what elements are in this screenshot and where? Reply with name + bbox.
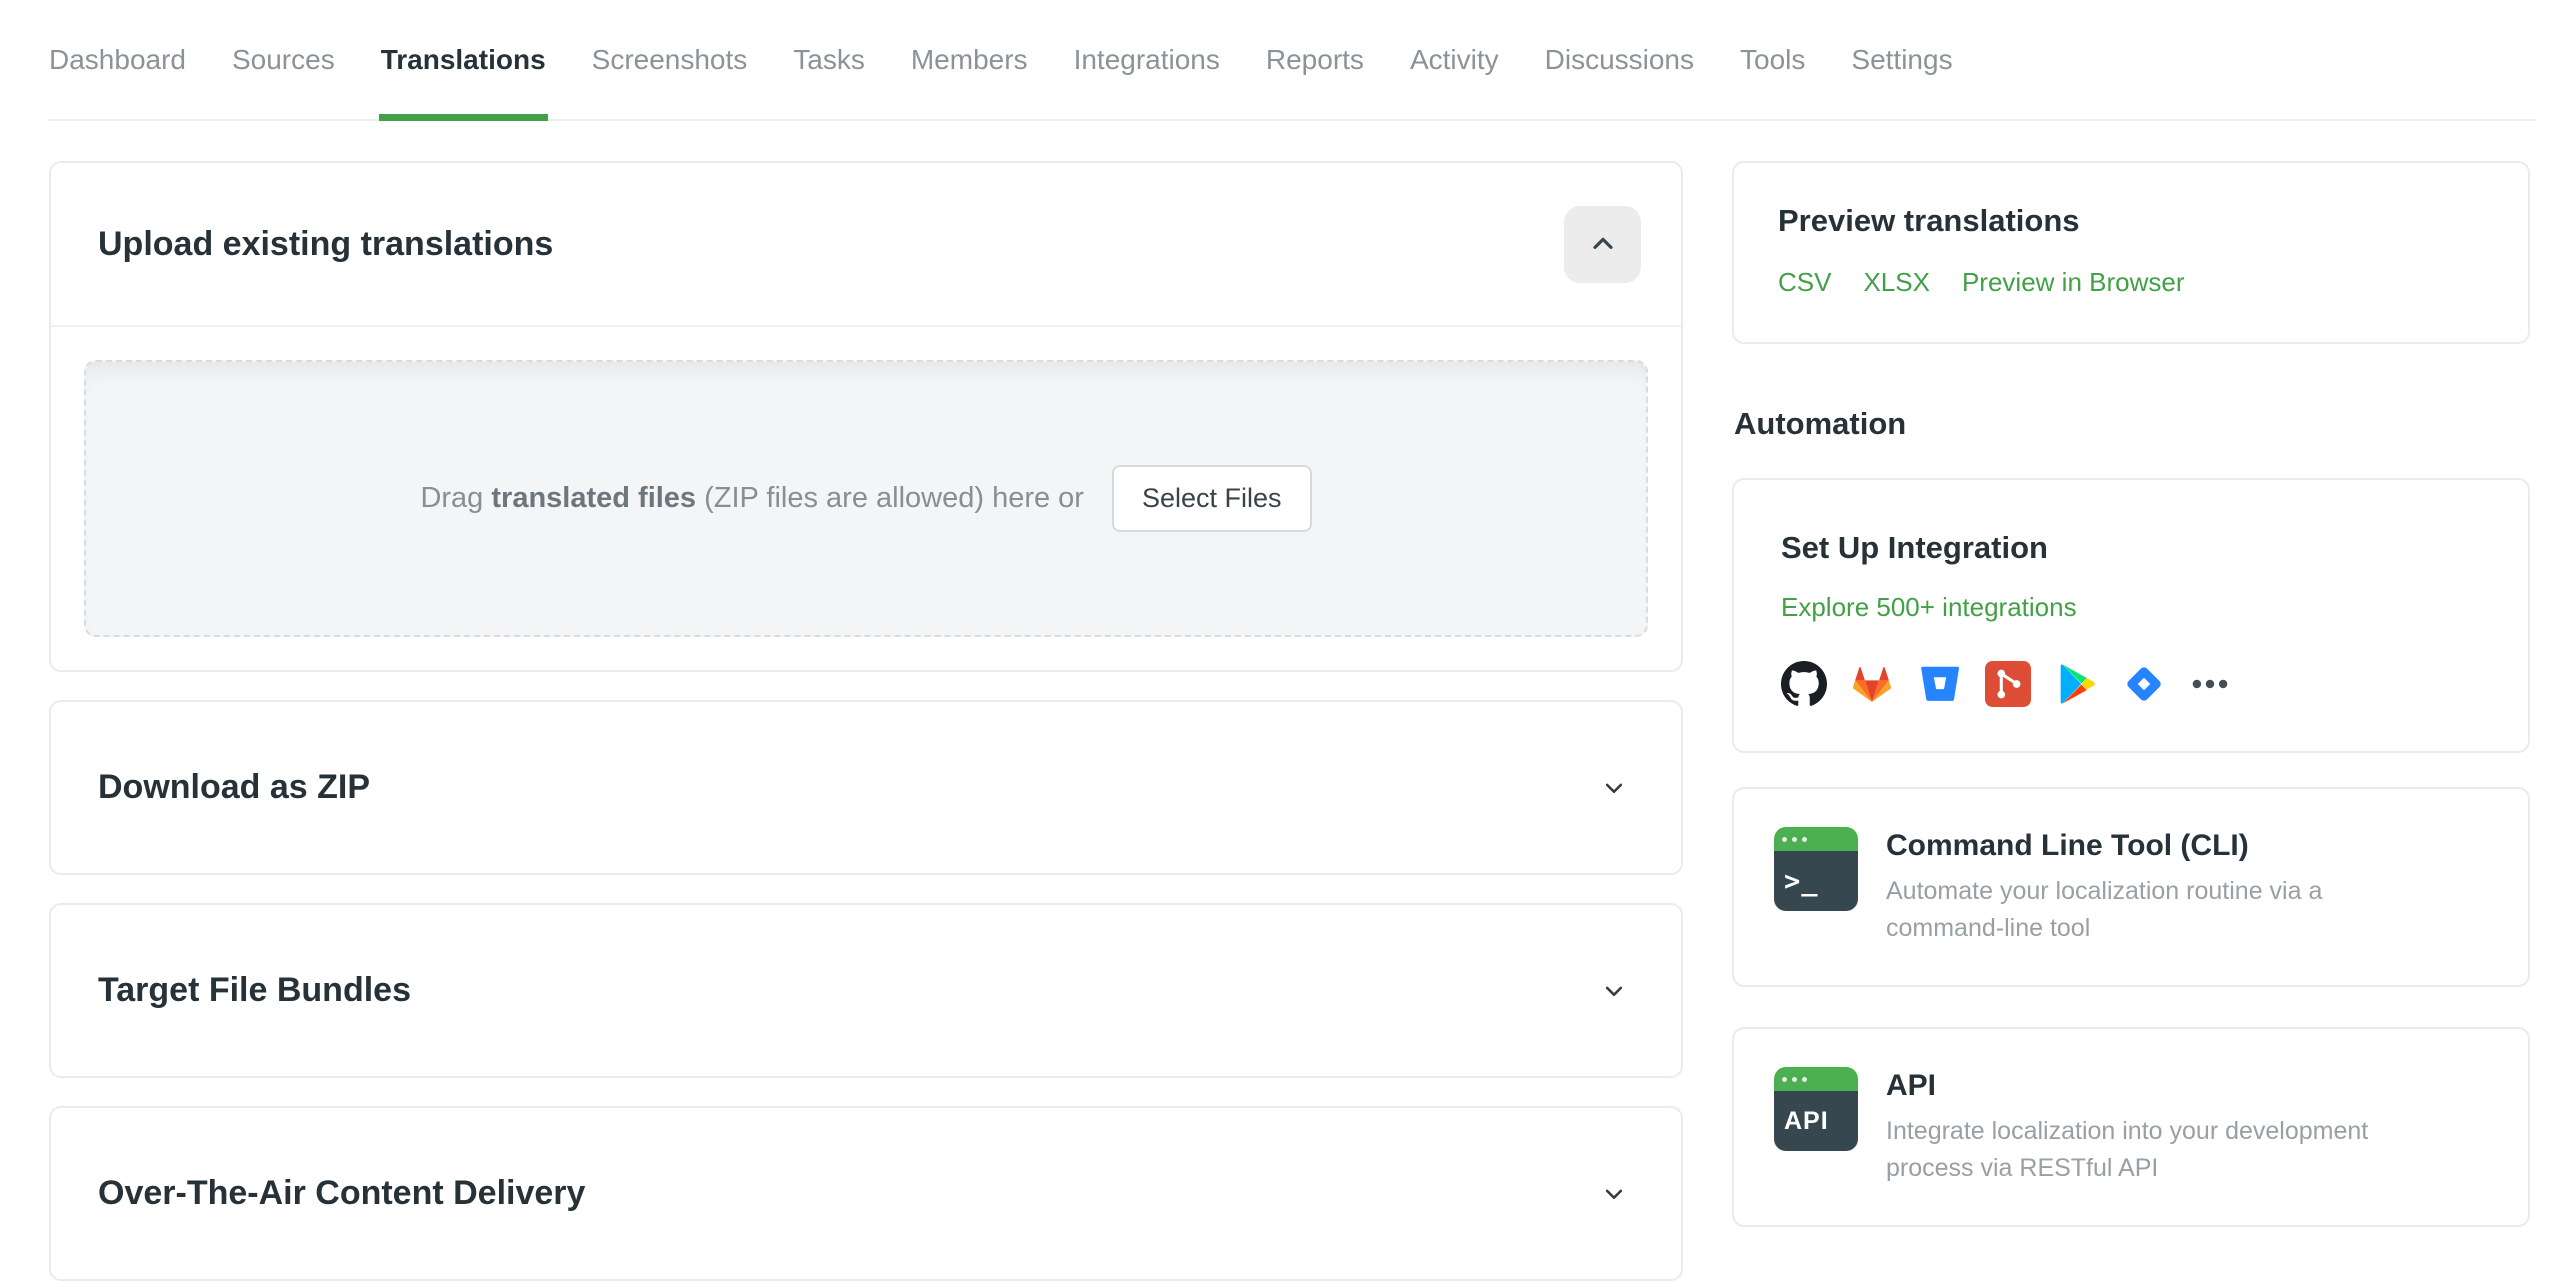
- gitlab-icon[interactable]: [1849, 661, 1895, 707]
- cli-card-text: Command Line Tool (CLI) Automate your lo…: [1886, 827, 2426, 947]
- project-tab-bar: Dashboard Sources Translations Screensho…: [49, 0, 2535, 121]
- chevron-down-icon: [1599, 773, 1629, 803]
- tab-discussions[interactable]: Discussions: [1545, 0, 1694, 119]
- over-the-air-title: Over-The-Air Content Delivery: [98, 1174, 586, 1212]
- terminal-icon: >_: [1774, 827, 1858, 911]
- api-window-icon: API: [1774, 1067, 1858, 1151]
- cli-card-description: Automate your localization routine via a…: [1886, 877, 2323, 942]
- chevron-down-icon: [1599, 976, 1629, 1006]
- preview-translations-card: Preview translations CSV XLSX Preview in…: [1732, 161, 2530, 344]
- explore-integrations-link[interactable]: Explore 500+ integrations: [1781, 592, 2077, 622]
- csv-link[interactable]: CSV: [1778, 267, 1831, 298]
- main-column: Upload existing translations Drag transl…: [49, 161, 1683, 1281]
- chevron-up-icon: [1587, 228, 1619, 260]
- set-up-integration-card: Set Up Integration Explore 500+ integrat…: [1732, 478, 2530, 753]
- upload-panel-body: Drag translated files (ZIP files are all…: [51, 327, 1681, 670]
- explore-integrations-row: Explore 500+ integrations: [1781, 592, 2481, 623]
- git-icon[interactable]: [1985, 661, 2031, 707]
- xlsx-link[interactable]: XLSX: [1863, 267, 1930, 298]
- automation-heading: Automation: [1734, 406, 1907, 441]
- preview-links: CSV XLSX Preview in Browser: [1778, 267, 2484, 298]
- tab-translations[interactable]: Translations: [378, 0, 548, 121]
- tab-screenshots[interactable]: Screenshots: [592, 0, 748, 119]
- target-file-bundles-panel[interactable]: Target File Bundles: [49, 903, 1683, 1078]
- api-card-text: API Integrate localization into your dev…: [1886, 1067, 2426, 1187]
- more-integrations-icon[interactable]: [2189, 661, 2231, 707]
- github-icon[interactable]: [1781, 661, 1827, 707]
- integration-icons-row: [1781, 661, 2481, 707]
- jira-icon[interactable]: [2121, 661, 2167, 707]
- select-files-button[interactable]: Select Files: [1111, 465, 1312, 532]
- dropzone-text: Drag translated files (ZIP files are all…: [420, 482, 1084, 514]
- collapse-panel-button[interactable]: [1564, 205, 1641, 283]
- cli-card[interactable]: >_ Command Line Tool (CLI) Automate your…: [1732, 787, 2530, 987]
- upload-existing-translations-panel: Upload existing translations Drag transl…: [49, 161, 1683, 672]
- tab-dashboard[interactable]: Dashboard: [49, 0, 186, 119]
- file-dropzone[interactable]: Drag translated files (ZIP files are all…: [84, 360, 1648, 637]
- set-up-integration-title: Set Up Integration: [1781, 530, 2048, 565]
- api-card[interactable]: API API Integrate localization into your…: [1732, 1027, 2530, 1227]
- tab-sources[interactable]: Sources: [232, 0, 335, 119]
- over-the-air-content-delivery-panel[interactable]: Over-The-Air Content Delivery: [49, 1106, 1683, 1281]
- google-play-icon[interactable]: [2053, 661, 2099, 707]
- api-card-title: API: [1886, 1069, 1937, 1102]
- cli-card-title: Command Line Tool (CLI): [1886, 829, 2249, 862]
- tab-tasks[interactable]: Tasks: [793, 0, 865, 119]
- tab-tools[interactable]: Tools: [1740, 0, 1805, 119]
- download-as-zip-panel[interactable]: Download as ZIP: [49, 700, 1683, 875]
- api-card-description: Integrate localization into your develop…: [1886, 1117, 2369, 1182]
- bitbucket-icon[interactable]: [1917, 661, 1963, 707]
- translations-page: Dashboard Sources Translations Screensho…: [0, 0, 2550, 1288]
- preview-translations-title: Preview translations: [1778, 203, 2080, 238]
- tab-reports[interactable]: Reports: [1266, 0, 1364, 119]
- download-as-zip-title: Download as ZIP: [98, 768, 371, 806]
- preview-in-browser-link[interactable]: Preview in Browser: [1962, 267, 2185, 298]
- tab-activity[interactable]: Activity: [1410, 0, 1499, 119]
- tab-integrations[interactable]: Integrations: [1074, 0, 1220, 119]
- target-file-bundles-title: Target File Bundles: [98, 971, 411, 1009]
- side-column: Preview translations CSV XLSX Preview in…: [1732, 161, 2530, 1227]
- tab-settings[interactable]: Settings: [1851, 0, 1952, 119]
- chevron-down-icon: [1599, 1179, 1629, 1209]
- upload-panel-title: Upload existing translations: [98, 224, 554, 263]
- tab-members[interactable]: Members: [911, 0, 1028, 119]
- upload-panel-header: Upload existing translations: [51, 163, 1681, 325]
